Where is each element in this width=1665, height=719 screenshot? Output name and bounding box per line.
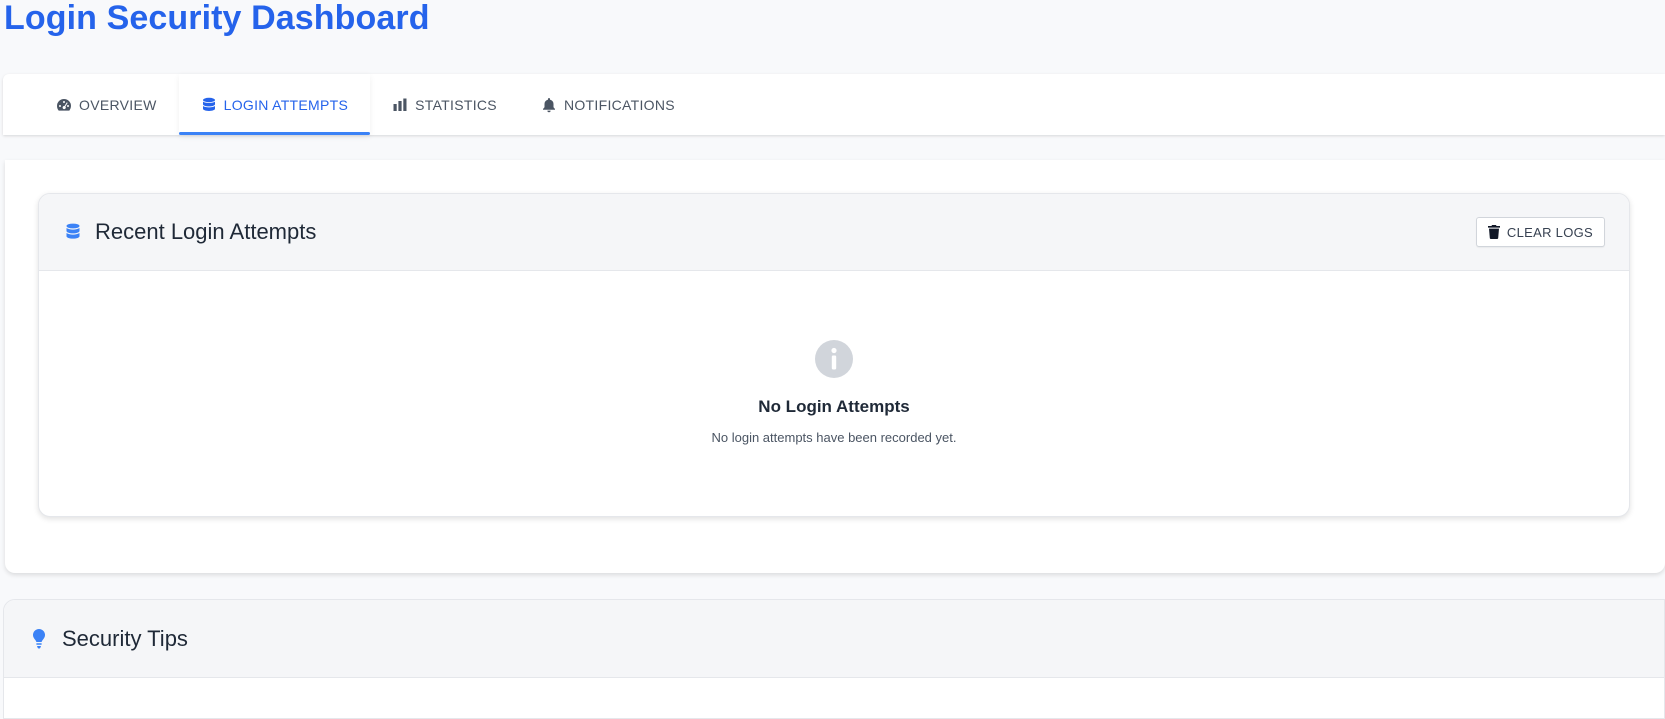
dashboard-gauge-icon — [57, 98, 71, 111]
card-title: Recent Login Attempts — [95, 219, 317, 244]
empty-state-title: No Login Attempts — [758, 397, 910, 416]
security-tips-title: Security Tips — [62, 625, 188, 651]
tab-label: OVERVIEW — [79, 96, 157, 113]
empty-state-description: No login attempts have been recorded yet… — [711, 430, 957, 445]
lightbulb-icon — [33, 628, 45, 648]
info-circle-icon — [815, 340, 853, 378]
trash-icon — [1487, 225, 1500, 239]
clear-logs-button[interactable]: CLEAR LOGS — [1475, 217, 1605, 247]
security-tips-card: Security Tips — [3, 599, 1665, 719]
tab-label: NOTIFICATIONS — [563, 96, 675, 113]
database-icon — [66, 223, 80, 239]
database-icon — [202, 97, 215, 111]
bar-chart-icon — [393, 98, 407, 111]
recent-login-attempts-card: Recent Login Attempts CLEAR LOGS No Logi… — [38, 193, 1630, 517]
clear-logs-label: CLEAR LOGS — [1506, 224, 1593, 240]
tab-bar: OVERVIEW LOGIN ATTEMPTS STATISTICS NOTIF… — [3, 74, 1665, 135]
security-tips-header: Security Tips — [4, 600, 1664, 678]
tab-notifications[interactable]: NOTIFICATIONS — [519, 74, 697, 135]
bell-icon — [542, 97, 555, 112]
tab-login-attempts[interactable]: LOGIN ATTEMPTS — [178, 74, 371, 135]
tab-label: LOGIN ATTEMPTS — [223, 96, 349, 113]
card-header: Recent Login Attempts CLEAR LOGS — [39, 194, 1629, 271]
tab-statistics[interactable]: STATISTICS — [370, 74, 519, 135]
tab-label: STATISTICS — [415, 96, 497, 113]
tab-overview[interactable]: OVERVIEW — [34, 74, 179, 135]
page-title: Login Security Dashboard — [4, 0, 430, 37]
login-attempts-panel: Recent Login Attempts CLEAR LOGS No Logi… — [5, 160, 1665, 573]
empty-state: No Login Attempts No login attempts have… — [39, 339, 1629, 445]
